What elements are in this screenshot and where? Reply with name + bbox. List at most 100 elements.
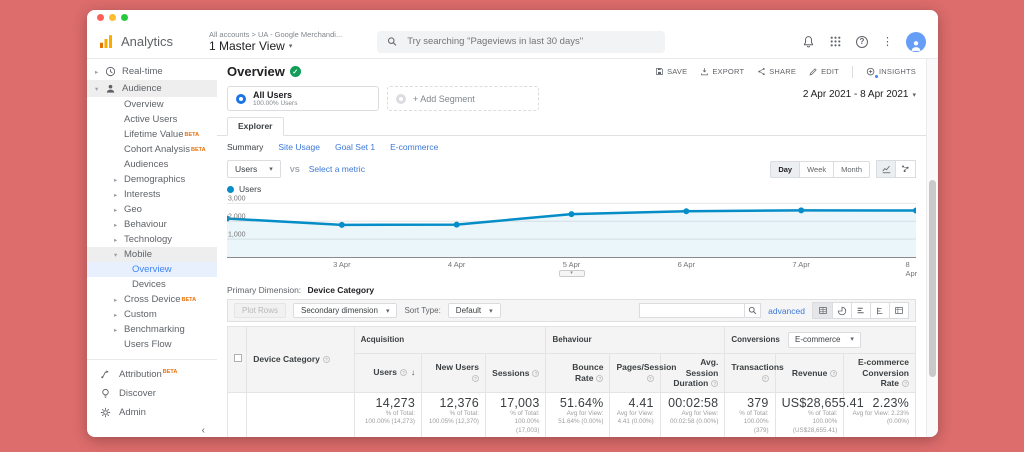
bell-icon bbox=[803, 36, 813, 48]
granularity-week-button[interactable]: Week bbox=[800, 160, 835, 178]
google-apps-button[interactable] bbox=[828, 35, 842, 49]
sidebar-item-technology[interactable]: ▸ Technology bbox=[87, 232, 217, 247]
sidebar-item-devices[interactable]: Devices bbox=[87, 277, 217, 292]
segment-all-users[interactable]: All Users 100.00% Users bbox=[227, 86, 379, 111]
chevron-right-icon: ▸ bbox=[114, 326, 118, 334]
metric-selector-dropdown[interactable]: Users ▾ bbox=[227, 160, 281, 178]
column-avg-session-duration[interactable]: Avg. Session Duration? bbox=[659, 353, 726, 393]
help-button[interactable]: ? bbox=[855, 35, 869, 49]
close-window-button[interactable] bbox=[97, 14, 104, 21]
conversions-goal-dropdown[interactable]: E-commerce ▾ bbox=[788, 332, 861, 348]
sidebar-item-audiences[interactable]: Audiences bbox=[87, 157, 217, 172]
sidebar-item-cohort-analysis[interactable]: Cohort Analysis BETA bbox=[87, 142, 217, 157]
subtab-goal-set-1[interactable]: Goal Set 1 bbox=[335, 142, 375, 152]
primary-dimension-device-category[interactable]: Device Category bbox=[308, 285, 375, 295]
column-pages-session[interactable]: Pages/Session? bbox=[609, 353, 676, 393]
performance-view-button[interactable] bbox=[851, 303, 870, 318]
sidebar-item-label: Cohort Analysis bbox=[124, 144, 191, 155]
tab-explorer[interactable]: Explorer bbox=[227, 117, 284, 136]
top-navigation: Analytics All accounts > UA - Google Mer… bbox=[87, 25, 938, 59]
person-icon bbox=[105, 83, 122, 94]
insights-button[interactable]: INSIGHTS bbox=[866, 67, 916, 79]
pivot-view-button[interactable] bbox=[889, 303, 908, 318]
chevron-right-icon: ▸ bbox=[114, 191, 118, 199]
table-search-input[interactable] bbox=[639, 303, 745, 318]
share-button[interactable]: SHARE bbox=[757, 67, 796, 76]
subtab-ecommerce[interactable]: E-commerce bbox=[390, 142, 438, 152]
line-chart-button[interactable] bbox=[876, 160, 896, 178]
add-segment-button[interactable]: + Add Segment bbox=[387, 86, 539, 111]
sidebar-item-mobile-overview[interactable]: Overview bbox=[87, 262, 217, 277]
subtab-summary[interactable]: Summary bbox=[227, 142, 263, 152]
beta-badge: BETA bbox=[181, 296, 197, 303]
chevron-right-icon: ▸ bbox=[114, 311, 118, 319]
advanced-search-link[interactable]: advanced bbox=[768, 306, 805, 316]
column-device-category[interactable]: Device Category? bbox=[246, 326, 355, 393]
sidebar-item-discover[interactable]: Discover bbox=[87, 384, 217, 403]
select-all-checkbox[interactable] bbox=[234, 353, 242, 362]
zoom-window-button[interactable] bbox=[121, 14, 128, 21]
sidebar-item-label: Active Users bbox=[124, 114, 178, 125]
sidebar-item-cross-device[interactable]: ▸ Cross Device BETA bbox=[87, 292, 217, 307]
sidebar-item-geo[interactable]: ▸ Geo bbox=[87, 202, 217, 217]
edit-button[interactable]: EDIT bbox=[809, 67, 839, 76]
sidebar-item-interests[interactable]: ▸ Interests bbox=[87, 187, 217, 202]
column-bounce-rate[interactable]: Bounce Rate? bbox=[545, 353, 611, 393]
minimize-window-button[interactable] bbox=[109, 14, 116, 21]
sidebar-item-behaviour[interactable]: ▸ Behaviour bbox=[87, 217, 217, 232]
column-transactions[interactable]: Transactions? bbox=[724, 353, 784, 393]
timeline-scrubber-handle[interactable]: ▾ bbox=[558, 270, 585, 277]
subtab-site-usage[interactable]: Site Usage bbox=[278, 142, 320, 152]
column-revenue[interactable]: Revenue? bbox=[774, 353, 845, 393]
table-search-button[interactable] bbox=[744, 303, 762, 318]
actions-divider bbox=[851, 65, 853, 78]
granularity-month-button[interactable]: Month bbox=[834, 160, 870, 178]
sidebar-item-label: Lifetime Value bbox=[124, 129, 184, 140]
help-icon: ? bbox=[902, 380, 909, 388]
sidebar-item-lifetime-value[interactable]: Lifetime Value BETA bbox=[87, 127, 217, 142]
sort-type-dropdown[interactable]: Default ▾ bbox=[447, 303, 501, 318]
sidebar-item-attribution[interactable]: AttributionBETA bbox=[87, 365, 217, 384]
more-options-button[interactable]: ⋮ bbox=[882, 35, 893, 48]
sidebar-item-real-time[interactable]: ▸ Real-time bbox=[87, 63, 217, 80]
sidebar-item-label: Overview bbox=[132, 264, 172, 275]
sidebar-item-custom[interactable]: ▸ Custom bbox=[87, 307, 217, 322]
granularity-day-button[interactable]: Day bbox=[770, 160, 801, 178]
plot-rows-button[interactable]: Plot Rows bbox=[234, 303, 287, 318]
sidebar-item-audience[interactable]: ▾ Audience bbox=[87, 80, 217, 97]
column-ecommerce-conversion-rate[interactable]: E-commerce Conversion Rate? bbox=[843, 353, 916, 393]
export-button[interactable]: EXPORT bbox=[700, 67, 744, 76]
scrollbar-thumb[interactable] bbox=[929, 179, 936, 377]
comparison-view-button[interactable] bbox=[870, 303, 889, 318]
global-search[interactable] bbox=[377, 30, 665, 53]
sidebar-item-mobile[interactable]: ▾ Mobile bbox=[87, 247, 217, 262]
column-new-users[interactable]: New Users? bbox=[420, 353, 486, 393]
bar-chart-icon bbox=[857, 307, 864, 314]
avatar[interactable] bbox=[906, 31, 926, 52]
secondary-dimension-dropdown[interactable]: Secondary dimension ▾ bbox=[293, 303, 398, 318]
account-picker[interactable]: All accounts > UA - Google Merchandi... … bbox=[209, 30, 377, 53]
verified-check-icon: ✓ bbox=[289, 66, 301, 77]
sidebar-item-audience-overview[interactable]: Overview bbox=[87, 97, 217, 112]
date-range-picker[interactable]: 2 Apr 2021 - 8 Apr 2021 ▾ bbox=[803, 86, 916, 100]
sidebar: ▸ Real-time ▾ Audience Overview Active U… bbox=[87, 59, 217, 437]
column-users[interactable]: Users? ↓ bbox=[353, 353, 422, 393]
sidebar-item-benchmarking[interactable]: ▸ Benchmarking bbox=[87, 322, 217, 337]
sidebar-item-demographics[interactable]: ▸ Demographics bbox=[87, 172, 217, 187]
attribution-icon bbox=[100, 369, 111, 380]
motion-chart-button[interactable] bbox=[896, 160, 916, 178]
save-button[interactable]: SAVE bbox=[655, 67, 687, 76]
sidebar-item-admin[interactable]: Admin bbox=[87, 403, 217, 422]
view-selector[interactable]: 1 Master View ▾ bbox=[209, 39, 377, 53]
vertical-scrollbar[interactable] bbox=[926, 59, 938, 437]
sidebar-item-users-flow[interactable]: Users Flow bbox=[87, 337, 217, 352]
select-metric-link[interactable]: Select a metric bbox=[309, 164, 365, 174]
search-input[interactable] bbox=[405, 35, 655, 48]
notifications-button[interactable] bbox=[801, 35, 815, 49]
sidebar-item-active-users[interactable]: Active Users bbox=[87, 112, 217, 127]
collapse-sidebar-button[interactable]: ‹ bbox=[87, 422, 217, 437]
column-sessions[interactable]: Sessions? bbox=[484, 353, 547, 393]
percentage-view-button[interactable] bbox=[832, 303, 851, 318]
users-line-chart[interactable]: 1,000 2,000 3,000 bbox=[227, 196, 916, 258]
data-view-button[interactable] bbox=[813, 303, 832, 318]
